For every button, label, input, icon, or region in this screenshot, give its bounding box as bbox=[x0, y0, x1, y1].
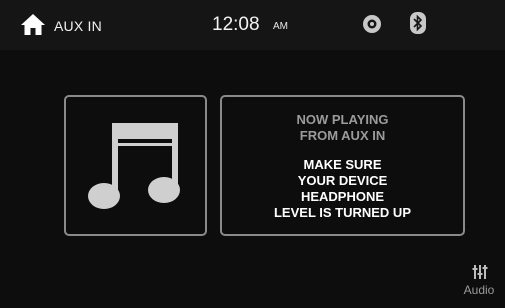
instruction-line: MAKE SURE bbox=[303, 157, 382, 172]
now-playing-line: NOW PLAYING bbox=[296, 112, 389, 127]
now-playing-header: NOW PLAYING FROM AUX IN bbox=[222, 112, 463, 144]
audio-button-label: Audio bbox=[463, 283, 495, 297]
clock-am-pm: AM bbox=[273, 21, 288, 32]
bluetooth-status bbox=[410, 11, 426, 35]
source-label: AUX IN bbox=[54, 18, 102, 34]
now-playing-line: FROM AUX IN bbox=[299, 128, 386, 143]
equalizer-sliders-icon bbox=[472, 265, 488, 279]
instruction-line: LEVEL IS TURNED UP bbox=[273, 205, 411, 220]
status-bar: AUX IN 12:08 AM bbox=[0, 0, 505, 50]
home-button[interactable] bbox=[20, 13, 46, 37]
bluetooth-icon bbox=[410, 12, 426, 34]
instruction-line: YOUR DEVICE bbox=[297, 173, 388, 188]
settings-button[interactable] bbox=[360, 12, 384, 36]
instruction-line: HEADPHONE bbox=[300, 189, 385, 204]
album-art-panel bbox=[64, 95, 207, 236]
clock-time: 12:08 bbox=[212, 14, 260, 35]
music-note-icon bbox=[88, 123, 180, 209]
home-icon bbox=[21, 14, 45, 35]
audio-button[interactable]: Audio bbox=[455, 262, 503, 306]
now-playing-panel: NOW PLAYING FROM AUX IN MAKE SURE YOUR D… bbox=[220, 95, 465, 236]
head-unit-screen: AUX IN 12:08 AM NOW PLAYING FROM AUX IN … bbox=[0, 0, 505, 308]
gear-icon bbox=[363, 15, 381, 33]
aux-instruction: MAKE SURE YOUR DEVICE HEADPHONE LEVEL IS… bbox=[222, 157, 463, 221]
